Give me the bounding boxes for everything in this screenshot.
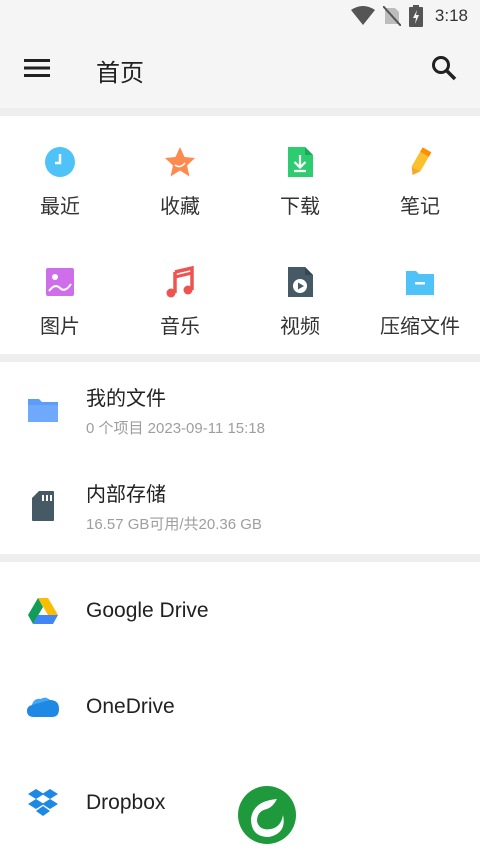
category-downloads[interactable]: 下载 xyxy=(240,116,360,236)
category-grid-row-1: 最近 收藏 下载 笔记 xyxy=(0,116,480,236)
sd-card-icon xyxy=(0,458,86,554)
category-label: 图片 xyxy=(40,314,80,338)
category-label: 压缩文件 xyxy=(380,314,460,338)
category-archives[interactable]: 压缩文件 xyxy=(360,236,480,356)
google-drive-icon xyxy=(0,563,86,659)
category-images[interactable]: 图片 xyxy=(0,236,120,356)
leaf-logo-icon xyxy=(237,785,297,845)
divider xyxy=(0,554,480,562)
list-item-subtitle: 16.57 GB可用/共20.36 GB xyxy=(86,516,262,533)
list-item-title: OneDrive xyxy=(86,695,175,718)
clock-icon xyxy=(40,142,80,182)
hamburger-menu-icon xyxy=(24,58,50,82)
status-bar: 3:18 xyxy=(0,0,480,32)
music-icon xyxy=(160,262,200,302)
battery-charging-icon xyxy=(408,5,423,27)
list-item-subtitle: 0 个项目 2023-09-11 15:18 xyxy=(86,420,265,437)
category-label: 收藏 xyxy=(160,194,200,218)
category-videos[interactable]: 视频 xyxy=(240,236,360,356)
menu-button[interactable] xyxy=(0,32,74,108)
category-grid-row-2: 图片 音乐 视频 压缩文件 xyxy=(0,236,480,356)
list-item-title: 内部存储 xyxy=(86,482,166,506)
category-label: 视频 xyxy=(280,314,320,338)
divider xyxy=(0,108,480,116)
category-label: 笔记 xyxy=(400,194,440,218)
app-bar: 首页 xyxy=(0,32,480,108)
list-item-title: Dropbox xyxy=(86,791,166,814)
download-icon xyxy=(280,142,320,182)
category-label: 最近 xyxy=(40,194,80,218)
category-recent[interactable]: 最近 xyxy=(0,116,120,236)
dropbox-icon xyxy=(0,755,86,851)
list-item-title: Google Drive xyxy=(86,599,209,622)
onedrive-icon xyxy=(0,659,86,755)
list-item-google-drive[interactable]: Google Drive xyxy=(0,563,480,659)
category-label: 音乐 xyxy=(160,314,200,338)
category-label: 下载 xyxy=(280,194,320,218)
no-sim-icon xyxy=(382,6,401,26)
list-item-title: 我的文件 xyxy=(86,386,166,410)
list-item-onedrive[interactable]: OneDrive xyxy=(0,659,480,755)
category-notes[interactable]: 笔记 xyxy=(360,116,480,236)
page-title: 首页 xyxy=(96,58,144,87)
search-icon xyxy=(431,55,457,85)
category-favorites[interactable]: 收藏 xyxy=(120,116,240,236)
folder-icon xyxy=(0,362,86,458)
video-icon xyxy=(280,262,320,302)
search-button[interactable] xyxy=(420,46,468,94)
archive-icon xyxy=(400,262,440,302)
divider xyxy=(0,354,480,362)
list-item-internal-storage[interactable]: 内部存储 16.57 GB可用/共20.36 GB xyxy=(0,458,480,554)
status-time: 3:18 xyxy=(434,6,468,25)
category-music[interactable]: 音乐 xyxy=(120,236,240,356)
star-icon xyxy=(160,142,200,182)
wifi-icon xyxy=(350,6,375,26)
list-item-my-files[interactable]: 我的文件 0 个项目 2023-09-11 15:18 xyxy=(0,362,480,458)
image-icon xyxy=(40,262,80,302)
pencil-icon xyxy=(400,142,440,182)
